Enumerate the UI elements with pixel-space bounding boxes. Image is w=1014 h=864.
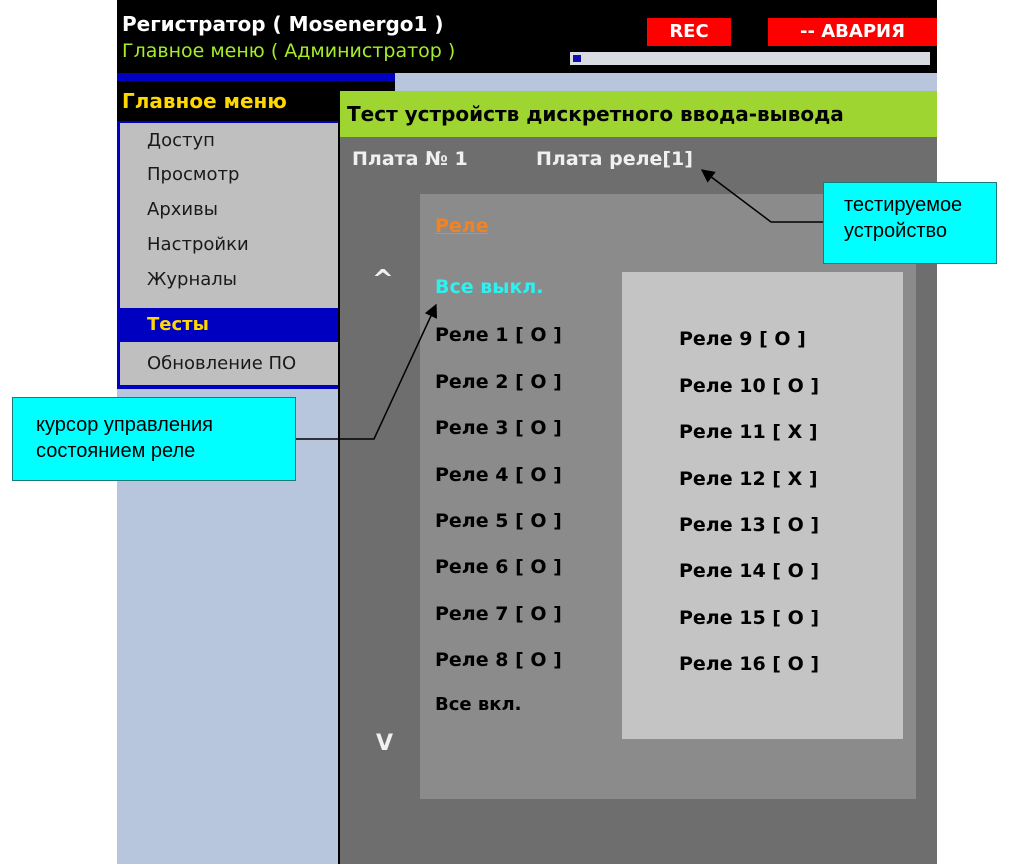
callout-leader-lines: [296, 169, 823, 440]
cursor-leader-line: [296, 303, 438, 440]
device-leader-line: [700, 169, 823, 223]
